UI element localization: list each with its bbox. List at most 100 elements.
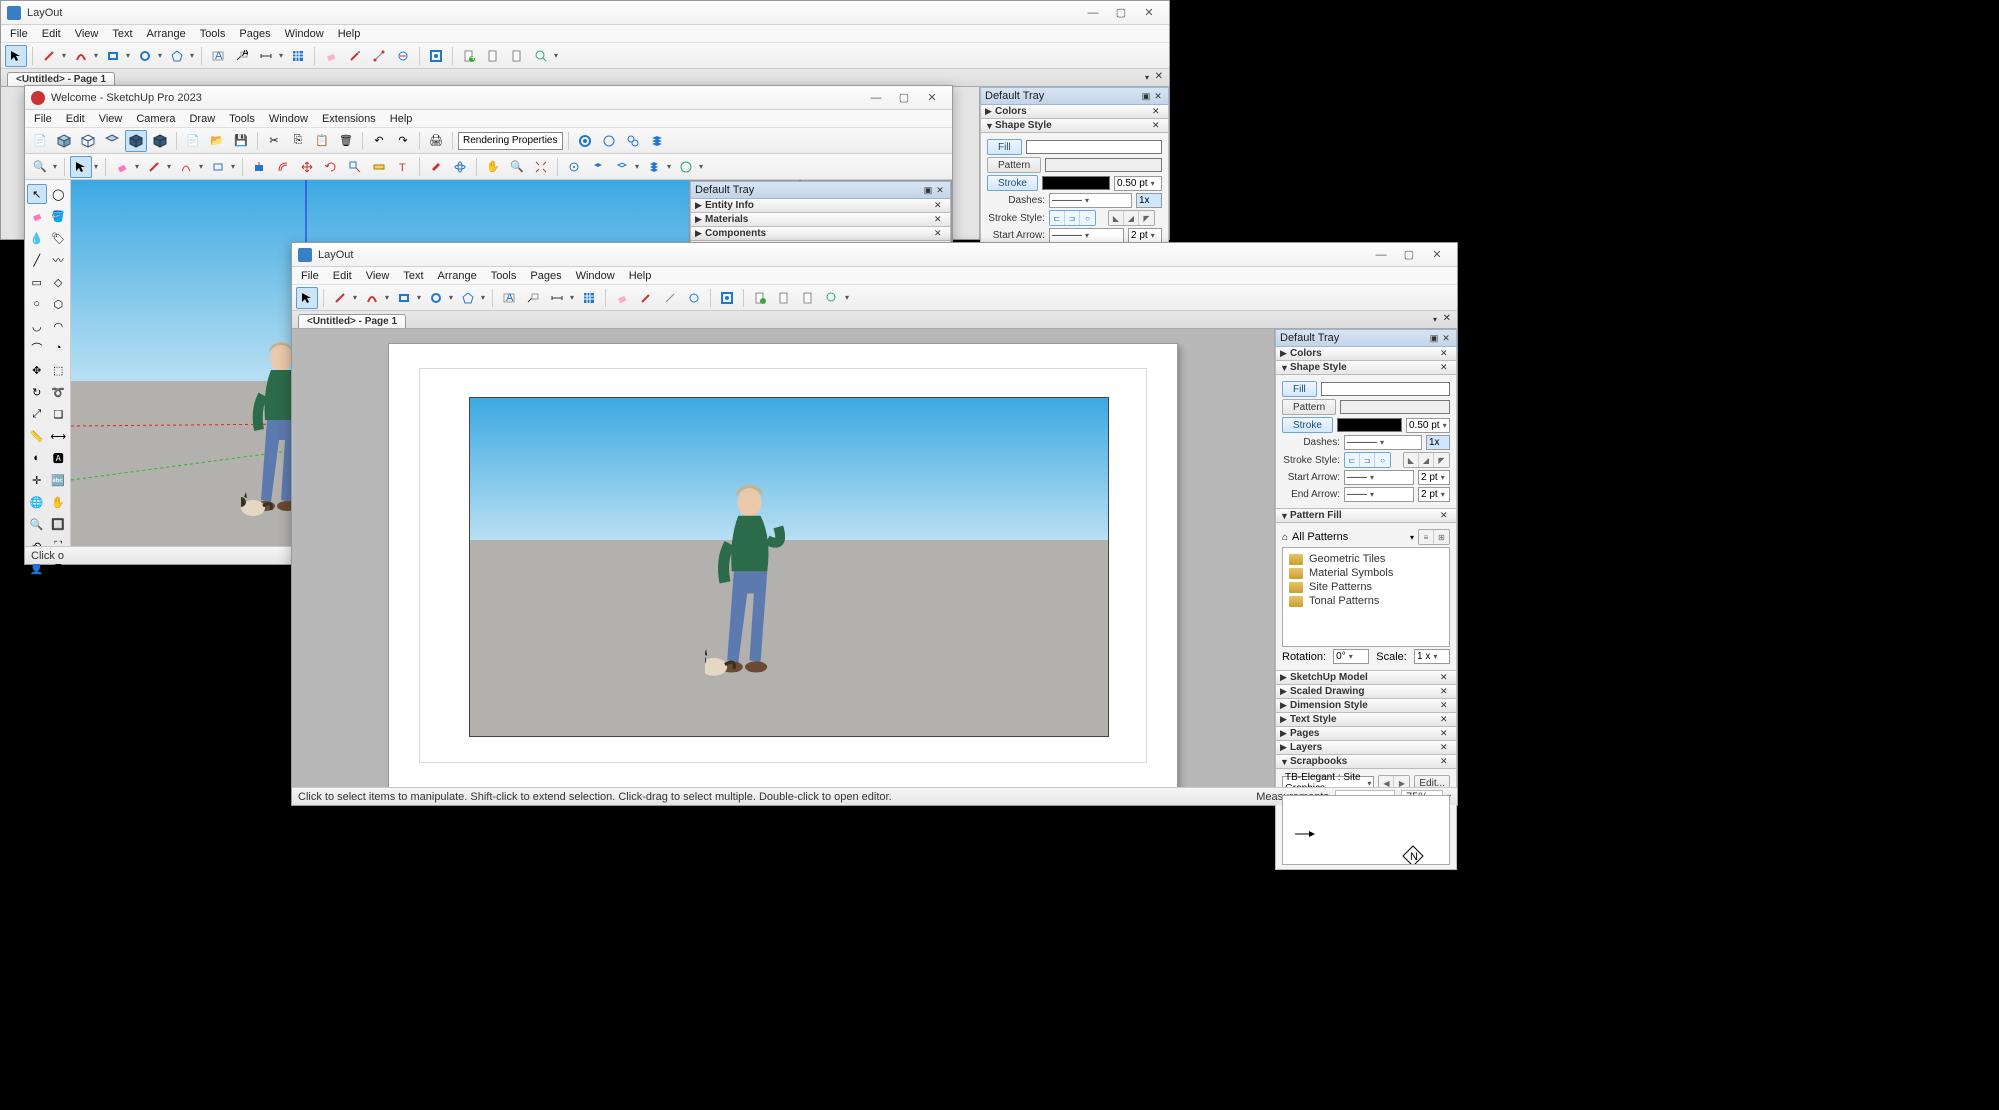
pie-tool[interactable]: ◔ <box>49 338 69 358</box>
zoom-ext-icon[interactable] <box>530 156 552 178</box>
list-item[interactable]: Geometric Tiles <box>1287 552 1445 566</box>
page-dup-tool[interactable] <box>482 45 504 67</box>
page-add-tool[interactable] <box>749 287 771 309</box>
sample-tool[interactable]: 💧 <box>27 228 47 248</box>
rect-tool[interactable]: ▭ <box>27 272 47 292</box>
start-arrow-size[interactable]: 2 pt <box>1128 228 1162 243</box>
zoom-tool[interactable]: 🔍 <box>27 514 47 534</box>
menu-arrange[interactable]: Arrange <box>140 27 193 41</box>
close-button[interactable]: ✕ <box>1135 3 1163 23</box>
pin-icon[interactable]: ▣ <box>1428 333 1440 344</box>
menu-tools[interactable]: Tools <box>484 269 524 283</box>
paint-tool[interactable]: 🪣 <box>49 206 69 226</box>
poly-tool[interactable]: ⬡ <box>49 294 69 314</box>
label-tool[interactable]: A <box>231 45 253 67</box>
rectangle-tool[interactable] <box>102 45 124 67</box>
circle-tool[interactable] <box>425 287 447 309</box>
tape-tool[interactable]: 📏 <box>27 426 47 446</box>
menu-tools[interactable]: Tools <box>193 27 233 41</box>
dashes-scale[interactable]: 1x <box>1136 193 1162 208</box>
zoom2-icon[interactable]: 🔍 <box>506 156 528 178</box>
polygon-tool[interactable] <box>166 45 188 67</box>
print-icon[interactable]: 🖨 <box>425 130 447 152</box>
stroke-width[interactable]: 0.50 pt <box>1406 418 1450 433</box>
select-icon[interactable] <box>70 156 92 178</box>
menu-help[interactable]: Help <box>622 269 659 283</box>
sketchup-viewport[interactable] <box>469 397 1109 737</box>
select-tool[interactable]: ↖ <box>27 184 47 204</box>
join-tool[interactable] <box>683 287 705 309</box>
maximize-button[interactable]: ▢ <box>890 88 918 108</box>
env-icon[interactable] <box>675 156 697 178</box>
select-tool[interactable] <box>296 287 318 309</box>
stroke-button[interactable]: Stroke <box>1282 417 1333 433</box>
menu-arrange[interactable]: Arrange <box>431 269 484 283</box>
start-arrow[interactable]: ——— <box>1049 228 1124 243</box>
menu-file[interactable]: File <box>294 269 326 283</box>
rotate-tool[interactable]: ↻ <box>27 382 47 402</box>
menu-camera[interactable]: Camera <box>129 112 182 126</box>
stroke-width[interactable]: 0.50 pt <box>1114 176 1162 191</box>
text-tool[interactable]: A <box>207 45 229 67</box>
pan-tool[interactable]: ✋ <box>49 492 69 512</box>
tabs-dropdown[interactable]: ▾ <box>1145 73 1149 82</box>
lasso-tool[interactable]: ◯ <box>49 184 69 204</box>
menu-view[interactable]: View <box>359 269 397 283</box>
cube-icon[interactable] <box>77 130 99 152</box>
doc-tab[interactable]: <Untitled> - Page 1 <box>298 314 406 328</box>
target-icon[interactable] <box>563 156 585 178</box>
erase-tool[interactable] <box>320 45 342 67</box>
move-tool[interactable]: ✥ <box>27 360 47 380</box>
page-prev-tool[interactable] <box>506 45 528 67</box>
menu-edit[interactable]: Edit <box>35 27 68 41</box>
pan-icon[interactable]: ✋ <box>482 156 504 178</box>
arc3-tool[interactable]: ⌒ <box>27 338 47 358</box>
circle-tool[interactable] <box>134 45 156 67</box>
follow-tool[interactable]: ➰ <box>49 382 69 402</box>
pattern-swatch[interactable] <box>1045 158 1162 172</box>
menu-edit[interactable]: Edit <box>326 269 359 283</box>
canvas-area[interactable] <box>292 329 1274 787</box>
menu-window[interactable]: Window <box>278 27 331 41</box>
scrapbook-preview[interactable]: N <box>1282 795 1450 865</box>
minimize-button[interactable]: — <box>1079 3 1107 23</box>
menu-tools[interactable]: Tools <box>222 112 262 126</box>
tabs-close[interactable]: ✕ <box>1155 71 1163 82</box>
menu-text[interactable]: Text <box>105 27 139 41</box>
maximize-button[interactable]: ▢ <box>1395 245 1423 265</box>
delete-icon[interactable]: 🗑 <box>335 130 357 152</box>
tray-close[interactable]: ✕ <box>1152 91 1164 102</box>
pin-icon[interactable]: ▣ <box>1140 91 1152 102</box>
stroke-cap[interactable]: ⊏⊐○ <box>1049 210 1096 226</box>
list-item[interactable]: Tonal Patterns <box>1287 594 1445 608</box>
save-icon[interactable]: 💾 <box>230 130 252 152</box>
rect-icon[interactable] <box>207 156 229 178</box>
dimension-tool[interactable] <box>255 45 277 67</box>
dimension-tool[interactable] <box>546 287 568 309</box>
new-file-icon[interactable]: 📄 <box>29 130 51 152</box>
line-tool[interactable] <box>38 45 60 67</box>
style-tool[interactable] <box>635 287 657 309</box>
layers3-icon[interactable] <box>611 156 633 178</box>
eraser-icon[interactable] <box>111 156 133 178</box>
menu-window[interactable]: Window <box>569 269 622 283</box>
rectangle-tool[interactable] <box>393 287 415 309</box>
presentation-tool[interactable] <box>425 45 447 67</box>
fill-button[interactable]: Fill <box>1282 381 1317 397</box>
split-tool[interactable] <box>368 45 390 67</box>
zoomwin-tool[interactable]: 🔲 <box>49 514 69 534</box>
paste-icon[interactable]: 📋 <box>311 130 333 152</box>
cube2-icon[interactable] <box>101 130 123 152</box>
arc-tool[interactable] <box>70 45 92 67</box>
push-tool[interactable]: ⬚ <box>49 360 69 380</box>
copy-icon[interactable]: ⎘ <box>287 130 309 152</box>
text-tool[interactable]: A <box>498 287 520 309</box>
circle-tool[interactable]: ○ <box>27 294 47 314</box>
stroke-button[interactable]: Stroke <box>987 175 1038 191</box>
undo-icon[interactable]: ↶ <box>368 130 390 152</box>
axes-tool[interactable]: ✛ <box>27 470 47 490</box>
list-item[interactable]: Site Patterns <box>1287 580 1445 594</box>
table-tool[interactable] <box>287 45 309 67</box>
menu-help[interactable]: Help <box>331 27 368 41</box>
paint-icon[interactable] <box>425 156 447 178</box>
